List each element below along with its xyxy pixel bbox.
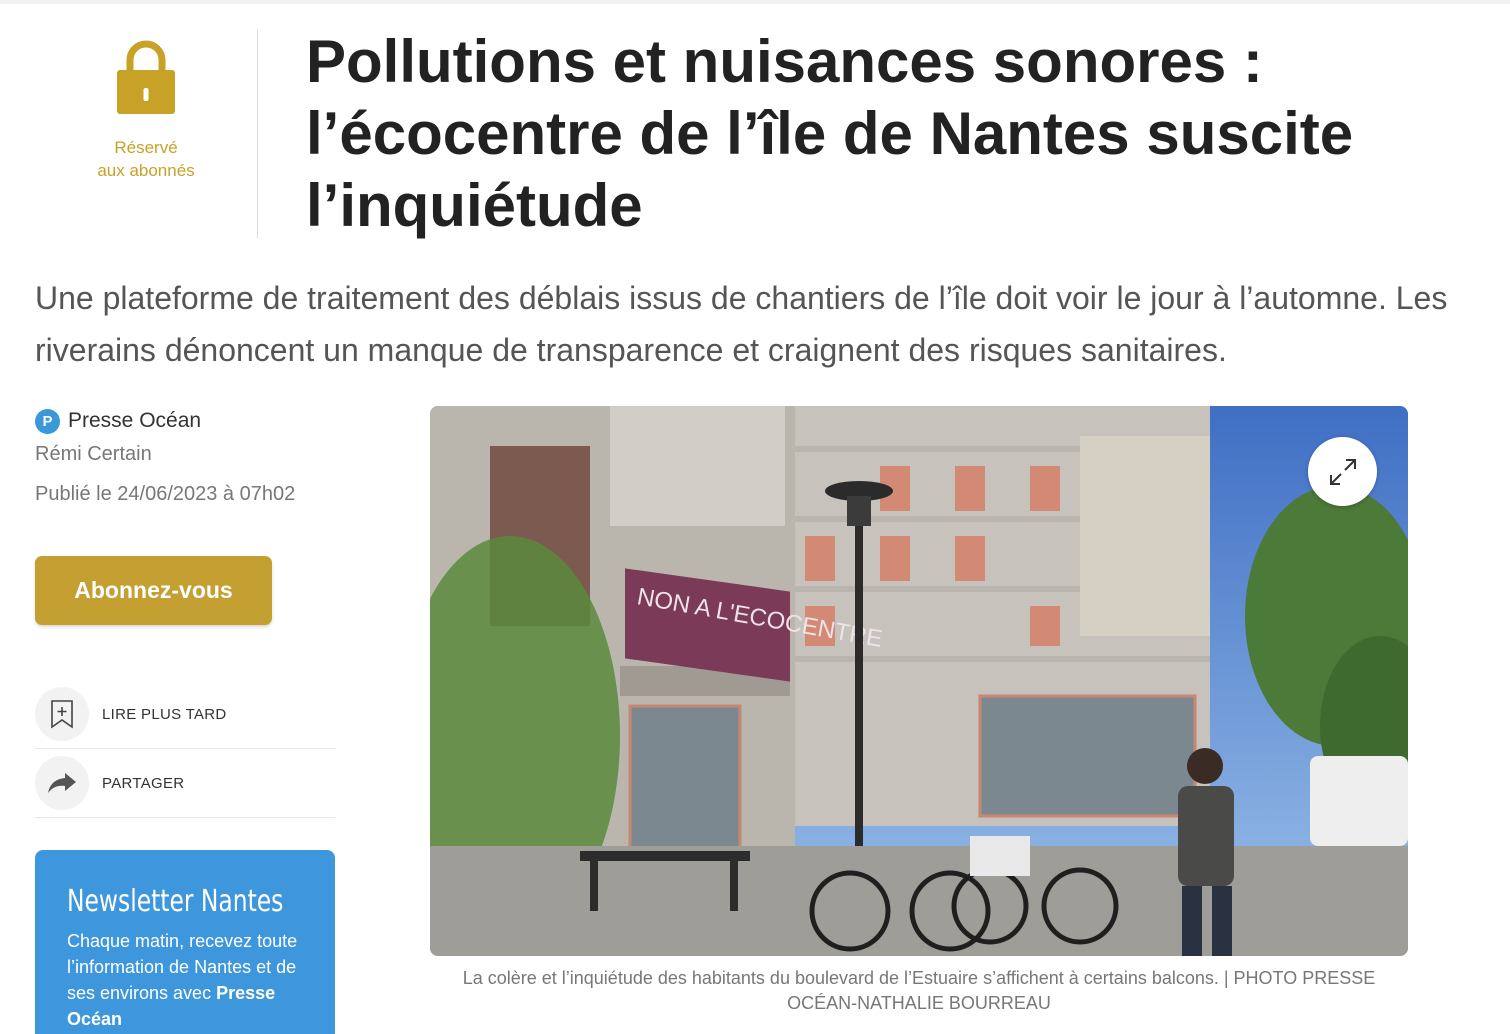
read-later-button[interactable]: LIRE PLUS TARD (35, 680, 335, 749)
expand-photo-button[interactable] (1308, 437, 1377, 506)
publish-date: Publié le 24/06/2023 à 07h02 (35, 483, 296, 505)
share-button[interactable]: PARTAGER (35, 749, 335, 818)
article-lead: Une plateforme de traitement des déblais… (35, 280, 1448, 368)
article-actions: LIRE PLUS TARD PARTAGER (35, 680, 335, 818)
premium-label-line1: Réservé (114, 138, 178, 157)
read-later-label: LIRE PLUS TARD (102, 705, 227, 723)
source-name: Presse Océan (68, 409, 202, 432)
article-title: Pollutions et nuisances sonores : l’écoc… (306, 28, 1354, 239)
premium-label-line2: aux abonnés (97, 161, 195, 180)
newsletter-title: Newsletter Nantes (67, 884, 284, 919)
photo-caption: La colère et l’inquiétude des habitants … (462, 968, 1376, 1013)
lock-icon (117, 40, 175, 114)
expand-icon (1329, 458, 1356, 485)
top-border (0, 0, 1510, 4)
source: P Presse Océan (35, 405, 365, 437)
share-label: PARTAGER (102, 774, 185, 792)
article-photo[interactable]: NON A L'ECOCENTRE (430, 406, 1408, 956)
article-meta: P Presse Océan Rémi Certain Publié le 24… (35, 405, 365, 509)
subscribe-button[interactable]: Abonnez-vous (35, 556, 272, 625)
subscriber-only-badge: Réservé aux abonnés (35, 30, 258, 238)
presse-ocean-logo-icon: P (35, 408, 60, 434)
share-arrow-icon (35, 756, 89, 810)
newsletter-promo[interactable]: Newsletter Nantes Chaque matin, recevez … (35, 850, 335, 1034)
author-name: Rémi Certain (35, 443, 152, 465)
bookmark-add-icon (35, 687, 89, 741)
